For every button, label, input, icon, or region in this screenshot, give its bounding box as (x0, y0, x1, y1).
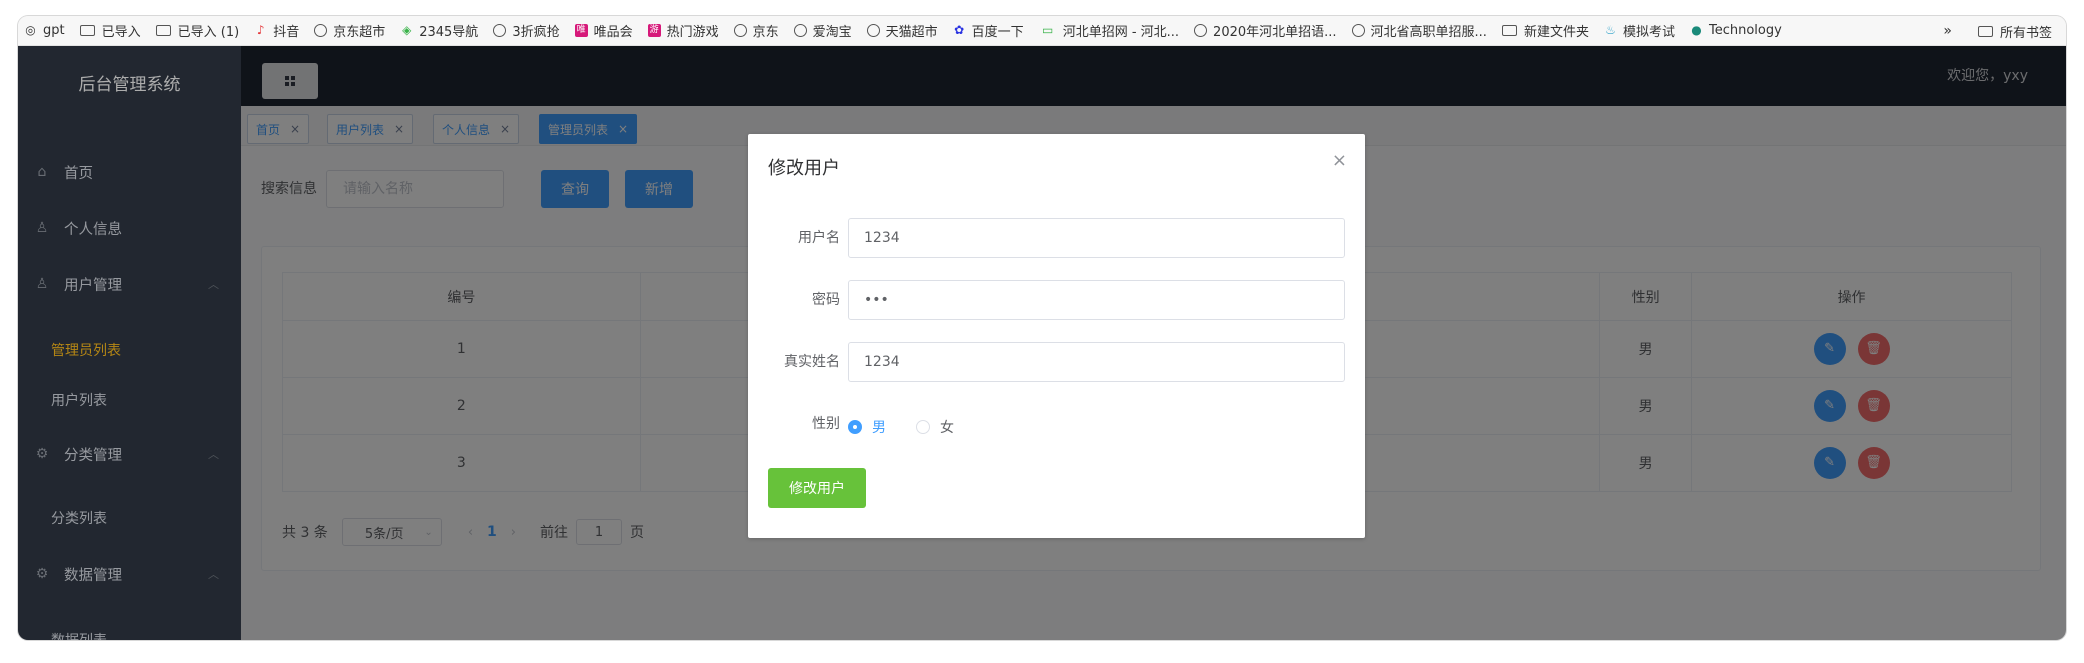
vip-icon: 唯 (574, 24, 588, 37)
folder-icon (1977, 25, 1993, 37)
globe-icon (493, 24, 507, 37)
bookmark-new-folder[interactable]: 新建文件夹 (1501, 21, 1589, 40)
bookmark-hebei-gaozhi[interactable]: 河北省高职单招服... (1351, 21, 1487, 40)
folder-icon (155, 25, 171, 36)
gender-radio-male[interactable]: 男 (848, 417, 886, 437)
douyin-icon: ♪ (256, 23, 265, 37)
bookmark-games[interactable]: 游热门游戏 (647, 21, 719, 40)
gender-label: 性别 (812, 416, 840, 432)
bookmark-gpt[interactable]: ◎ gpt (24, 23, 64, 38)
realname-field[interactable]: 1234 (848, 342, 1345, 382)
password-field[interactable]: ••• (848, 280, 1345, 320)
close-icon[interactable]: × (1332, 150, 1347, 171)
bookmark-2020[interactable]: 2020年河北单招语... (1194, 21, 1337, 40)
bookmarks-bar: ◎ gpt 已导入 已导入 (1) ♪ 抖音 京东超市 ◈ 2345导航 3折疯抢 唯… (18, 16, 2066, 46)
fire-icon: ♨ (1605, 23, 1616, 37)
bookmark-3zhe[interactable]: 3折疯抢 (493, 21, 560, 40)
gender-radio-female[interactable]: 女 (916, 417, 954, 437)
hebei-icon: ▭ (1042, 23, 1054, 37)
realname-label: 真实姓名 (784, 354, 840, 370)
bookmark-vip[interactable]: 唯唯品会 (574, 21, 633, 40)
all-bookmarks-button[interactable]: 所有书签 (2000, 22, 2052, 41)
password-label: 密码 (812, 292, 840, 308)
dialog-title: 修改用户 (768, 158, 840, 179)
radio-unchecked-icon (916, 420, 930, 434)
radio-checked-icon (848, 420, 862, 434)
bookmark-baidu[interactable]: ✿ 百度一下 (953, 21, 1024, 41)
nav2345-icon: ◈ (402, 23, 412, 37)
globe-icon (1351, 24, 1365, 37)
realname-row: 真实姓名 1234 (748, 342, 1365, 382)
bookmark-douyin[interactable]: ♪ 抖音 (254, 21, 299, 41)
bookmark-jd-supermarket[interactable]: 京东超市 (314, 21, 385, 40)
tech-icon: ● (1691, 23, 1702, 37)
bookmark-hebei[interactable]: ▭ 河北单招网 - 河北... (1039, 21, 1179, 41)
globe-icon (866, 24, 880, 37)
bookmark-folder-imported-1[interactable]: 已导入 (1) (155, 21, 239, 40)
browser-window: ◎ gpt 已导入 已导入 (1) ♪ 抖音 京东超市 ◈ 2345导航 3折疯抢 唯… (18, 16, 2066, 640)
globe-icon (733, 24, 747, 37)
bookmark-tmall[interactable]: 天猫超市 (866, 21, 938, 40)
bookmarks-right: » 所有书签 (1943, 16, 2052, 46)
baidu-icon: ✿ (954, 23, 965, 37)
globe-icon (793, 24, 807, 37)
submit-edit-user-button[interactable]: 修改用户 (768, 468, 866, 508)
gender-row: 性别 男 女 (748, 404, 1365, 444)
bookmark-2345[interactable]: ◈ 2345导航 (400, 21, 478, 41)
password-row: 密码 ••• (748, 280, 1365, 320)
bookmark-technology[interactable]: ● Technology (1690, 23, 1782, 38)
sidebar-overlay (18, 46, 241, 640)
edit-user-dialog: 修改用户 × 用户名 1234 密码 ••• 真实姓名 1234 性别 男 女 … (748, 134, 1365, 538)
bookmarks-more-button[interactable]: » (1943, 23, 1952, 39)
username-label: 用户名 (798, 230, 840, 246)
gpt-icon: ◎ (25, 23, 36, 37)
globe-icon (314, 24, 328, 37)
bookmark-folder-imported[interactable]: 已导入 (79, 21, 141, 40)
username-row: 用户名 1234 (748, 218, 1365, 258)
bookmark-exam[interactable]: ♨ 模拟考试 (1604, 21, 1675, 41)
game-icon: 游 (647, 24, 661, 37)
bookmark-aitaobao[interactable]: 爱淘宝 (793, 21, 852, 40)
folder-icon (1501, 25, 1517, 36)
globe-icon (1194, 24, 1208, 37)
bookmark-jd[interactable]: 京东 (733, 21, 779, 40)
folder-icon (79, 25, 95, 36)
username-field[interactable]: 1234 (848, 218, 1345, 258)
